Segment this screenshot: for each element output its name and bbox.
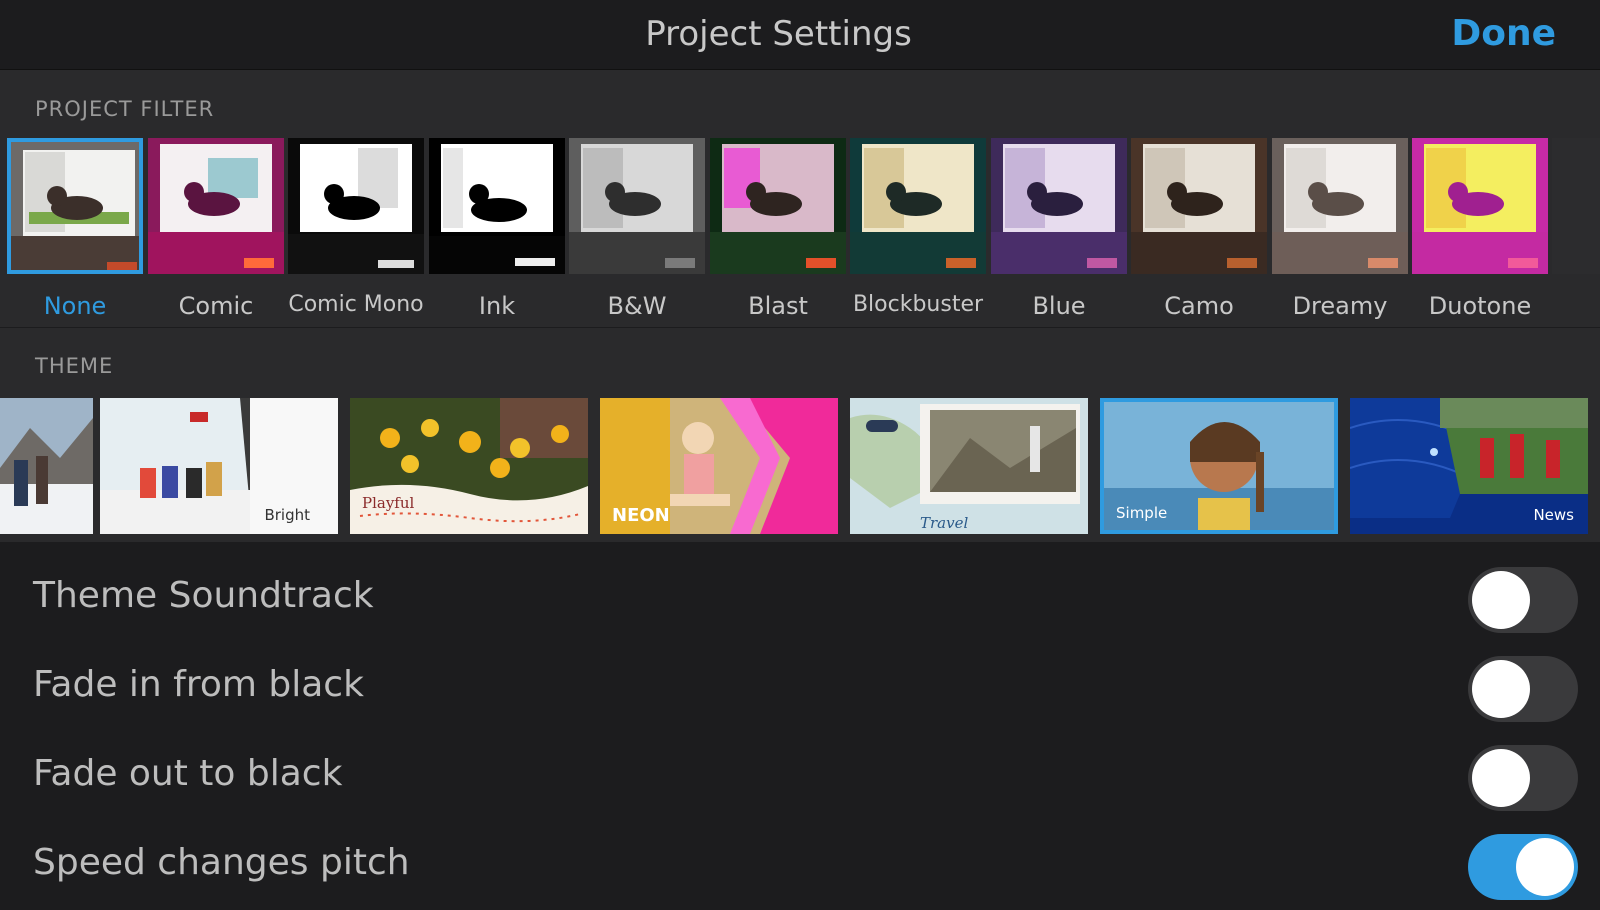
theme-carousel[interactable]: Bright Playful NEON Travel Simple News: [0, 398, 1600, 534]
filter-thumbnail: [7, 138, 143, 274]
toggle-knob: [1472, 749, 1530, 807]
theme-caption: Simple: [1116, 504, 1168, 522]
theme-playful[interactable]: Playful: [350, 398, 588, 534]
theme-partial[interactable]: [0, 398, 93, 534]
filter-comic[interactable]: Comic: [148, 138, 284, 328]
toggle-knob: [1516, 838, 1574, 896]
theme-caption: News: [1533, 506, 1574, 524]
toggle-knob: [1472, 660, 1530, 718]
setting-fade-out: Fade out to black: [0, 733, 1600, 821]
theme-travel[interactable]: Travel: [850, 398, 1088, 534]
filter-ink[interactable]: Ink: [429, 138, 565, 328]
setting-label: Theme Soundtrack: [33, 575, 374, 616]
filter-label: Duotone: [1428, 292, 1532, 320]
filter-label: Comic: [178, 292, 254, 320]
navigation-bar: Project Settings Done: [0, 0, 1600, 70]
filter-thumbnail: [429, 138, 565, 274]
setting-theme-soundtrack: Theme Soundtrack: [0, 555, 1600, 643]
filter-blast[interactable]: Blast: [710, 138, 846, 328]
filter-label: B&W: [607, 292, 667, 320]
project-filter-header: PROJECT FILTER: [35, 97, 215, 121]
filter-bw[interactable]: B&W: [569, 138, 705, 328]
filter-thumbnail: [991, 138, 1127, 274]
filter-camo[interactable]: Camo: [1131, 138, 1267, 328]
filter-thumbnail: [569, 138, 705, 274]
filter-blockbuster[interactable]: Blockbuster: [850, 138, 986, 328]
filter-label: None: [43, 292, 107, 320]
filter-comic-mono[interactable]: Comic Mono: [288, 138, 424, 328]
speed-pitch-toggle[interactable]: [1468, 834, 1578, 900]
filter-partial[interactable]: [1552, 138, 1600, 328]
filter-label: Blockbuster: [852, 292, 984, 317]
filter-duotone[interactable]: Duotone: [1412, 138, 1548, 328]
filter-none[interactable]: None: [7, 138, 143, 328]
theme-caption: Bright: [264, 506, 310, 524]
theme-caption: Travel: [920, 514, 969, 532]
filter-label: Comic Mono: [288, 292, 424, 317]
filter-label: Camo: [1164, 292, 1234, 320]
page-title: Project Settings: [645, 14, 912, 54]
theme-caption: NEON: [612, 505, 670, 526]
filter-thumbnail: [1412, 138, 1548, 274]
setting-fade-in: Fade in from black: [0, 644, 1600, 732]
fade-in-toggle[interactable]: [1468, 656, 1578, 722]
done-button[interactable]: Done: [1451, 13, 1556, 54]
fade-out-toggle[interactable]: [1468, 745, 1578, 811]
filter-label: Ink: [478, 292, 516, 320]
setting-label: Fade out to black: [33, 753, 343, 794]
theme-soundtrack-toggle[interactable]: [1468, 567, 1578, 633]
theme-simple[interactable]: Simple: [1100, 398, 1338, 534]
setting-label: Speed changes pitch: [33, 842, 410, 883]
setting-label: Fade in from black: [33, 664, 364, 705]
theme-header: THEME: [35, 354, 114, 378]
filter-label: Blast: [748, 292, 808, 320]
filter-label: Blue: [1032, 292, 1086, 320]
project-filter-section: PROJECT FILTER None Comic Comic Mono Ink: [0, 70, 1600, 327]
theme-news[interactable]: News: [1350, 398, 1588, 534]
theme-bright[interactable]: Bright: [100, 398, 338, 534]
setting-speed-pitch: Speed changes pitch: [0, 822, 1600, 910]
filter-thumbnail: [1552, 138, 1600, 274]
filter-thumbnail: [1272, 138, 1408, 274]
filter-label: Dreamy: [1292, 292, 1388, 320]
theme-neon[interactable]: NEON: [600, 398, 838, 534]
filter-carousel[interactable]: None Comic Comic Mono Ink B&W Blast Bloc…: [0, 138, 1600, 328]
filter-thumbnail: [148, 138, 284, 274]
filter-thumbnail: [288, 138, 424, 274]
filter-blue[interactable]: Blue: [991, 138, 1127, 328]
filter-thumbnail: [1131, 138, 1267, 274]
toggle-knob: [1472, 571, 1530, 629]
filter-thumbnail: [710, 138, 846, 274]
filter-thumbnail: [850, 138, 986, 274]
theme-caption: Playful: [362, 494, 415, 512]
filter-dreamy[interactable]: Dreamy: [1272, 138, 1408, 328]
theme-section: THEME Bright Playful NEON Travel Simple: [0, 328, 1600, 542]
